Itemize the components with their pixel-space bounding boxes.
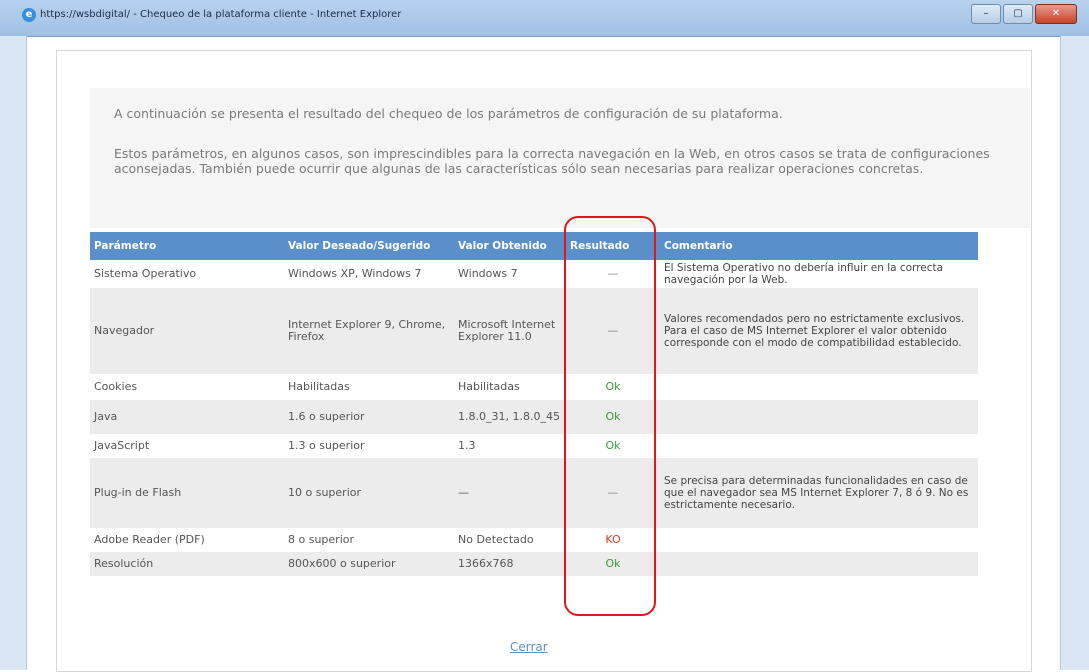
cell-deseado: 800x600 o superior [284, 552, 454, 576]
cell-resultado: Ok [566, 552, 660, 576]
cell-comentario: El Sistema Operativo no debería influir … [664, 262, 944, 286]
maximize-button[interactable]: ▢ [1003, 4, 1033, 24]
intro-paragraph-1: A continuación se presenta el resultado … [114, 106, 783, 121]
cell-obtenido: 1.8.0_31, 1.8.0_45 [454, 400, 566, 434]
cell-obtenido: No Detectado [458, 533, 534, 546]
table-row: Resolución 800x600 o superior 1366x768 O… [90, 552, 978, 576]
cell-deseado: Habilitadas [288, 380, 350, 393]
header-valor-deseado: Valor Deseado/Sugerido [284, 232, 454, 260]
close-window-button[interactable]: ✕ [1035, 4, 1077, 24]
table-row: Adobe Reader (PDF) 8 o superior No Detec… [90, 528, 978, 552]
cell-comentario [660, 374, 978, 400]
cell-resultado: Ok [566, 400, 660, 434]
cell-param: JavaScript [94, 439, 150, 452]
cell-resultado: Ok [605, 439, 621, 452]
table-header-row: Parámetro Valor Deseado/Sugerido Valor O… [90, 232, 978, 260]
cell-resultado: KO [605, 533, 621, 546]
header-valor-obtenido: Valor Obtenido [454, 232, 566, 260]
header-comentario: Comentario [660, 232, 978, 260]
cerrar-link[interactable]: Cerrar [510, 640, 548, 654]
cell-deseado: 1.6 o superior [284, 400, 454, 434]
cell-deseado: Windows XP, Windows 7 [288, 267, 422, 280]
window-frame-right [1060, 36, 1089, 670]
header-parametro: Parámetro [90, 232, 284, 260]
cell-comentario: Valores recomendados pero no estrictamen… [660, 288, 978, 374]
table-row: JavaScript 1.3 o superior 1.3 Ok [90, 434, 978, 458]
cell-comentario [660, 552, 978, 576]
intro-paragraph-2: Estos parámetros, en algunos casos, son … [114, 146, 990, 176]
cell-resultado: — [566, 288, 660, 374]
window-frame-left [0, 36, 27, 670]
cell-param: Cookies [94, 380, 138, 393]
table-row: Navegador Internet Explorer 9, Chrome, F… [90, 288, 978, 374]
cell-param: Java [90, 400, 284, 434]
parameters-table: Parámetro Valor Deseado/Sugerido Valor O… [90, 232, 978, 576]
cell-comentario: Se precisa para determinadas funcionalid… [660, 458, 978, 528]
cell-comentario [660, 400, 978, 434]
window-title: https://wsbdigital/ - Chequeo de la plat… [40, 9, 402, 20]
cell-param: Plug-in de Flash [90, 458, 284, 528]
cell-obtenido: Habilitadas [458, 380, 520, 393]
cell-deseado: Internet Explorer 9, Chrome, Firefox [284, 288, 454, 374]
window-titlebar: e https://wsbdigital/ - Chequeo de la pl… [0, 0, 1089, 37]
cell-resultado: — [566, 458, 660, 528]
cell-comentario [660, 434, 978, 458]
minimize-button[interactable]: – [971, 4, 1001, 24]
cell-resultado: — [607, 267, 619, 280]
table-row: Cookies Habilitadas Habilitadas Ok [90, 374, 978, 400]
cell-deseado: 8 o superior [288, 533, 355, 546]
table-row: Plug-in de Flash 10 o superior — — Se pr… [90, 458, 978, 528]
cell-obtenido: 1366x768 [454, 552, 566, 576]
cell-param: Sistema Operativo [94, 267, 197, 280]
window-controls: – ▢ ✕ [971, 4, 1077, 24]
cell-param: Adobe Reader (PDF) [94, 533, 205, 546]
cell-resultado: Ok [605, 380, 621, 393]
table-row: Sistema Operativo Windows XP, Windows 7 … [90, 260, 978, 288]
cell-obtenido: Microsoft Internet Explorer 11.0 [454, 288, 566, 374]
cell-comentario [660, 528, 978, 552]
cell-deseado: 10 o superior [284, 458, 454, 528]
cell-obtenido: — [454, 458, 566, 528]
cell-obtenido: 1.3 [458, 439, 476, 452]
cell-param: Resolución [90, 552, 284, 576]
internet-explorer-icon: e [22, 8, 36, 22]
table-row: Java 1.6 o superior 1.8.0_31, 1.8.0_45 O… [90, 400, 978, 434]
cell-param: Navegador [90, 288, 284, 374]
header-resultado: Resultado [566, 232, 660, 260]
cell-obtenido: Windows 7 [458, 267, 518, 280]
cell-deseado: 1.3 o superior [288, 439, 365, 452]
